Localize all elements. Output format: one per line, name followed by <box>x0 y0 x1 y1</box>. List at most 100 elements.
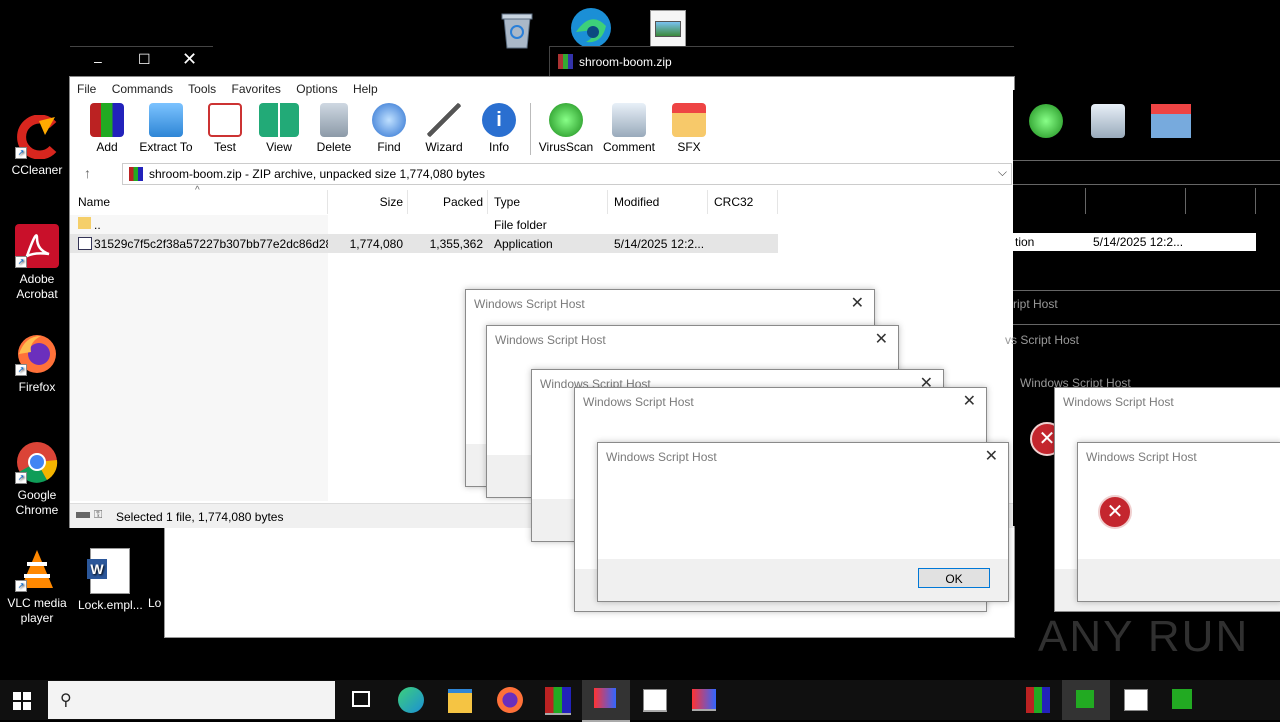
menu-favorites[interactable]: Favorites <box>232 82 281 96</box>
task-view-icon[interactable] <box>352 691 370 707</box>
image-file-icon[interactable] <box>650 10 686 50</box>
image-viewer-taskbar-icon-2[interactable] <box>1124 689 1148 711</box>
ccleaner-label: CCleaner <box>11 163 63 177</box>
status-text: Selected 1 file, 1,774,080 bytes <box>116 510 284 524</box>
partial-label: Lo <box>148 596 162 610</box>
firefox-label: Firefox <box>18 380 56 394</box>
add-archive-icon <box>90 103 124 137</box>
close-icon[interactable]: ✕ <box>985 446 998 466</box>
comment-icon <box>612 103 646 137</box>
close-icon[interactable]: ✕ <box>182 49 197 70</box>
archive-tab-title: shroom-boom.zip <box>579 55 672 69</box>
bg-line <box>1085 188 1086 214</box>
add-button[interactable]: Add <box>78 103 136 154</box>
bg-line <box>1013 324 1280 325</box>
test-button[interactable]: Test <box>196 103 254 154</box>
app-taskbar-icon-2[interactable] <box>1062 680 1110 720</box>
menu-file[interactable]: File <box>77 82 96 96</box>
script-host-dialog-right-2: Windows Script Host ✕ <box>1077 442 1280 602</box>
magnifier-icon <box>372 103 406 137</box>
col-type[interactable]: Type <box>488 190 608 214</box>
col-size[interactable]: Size <box>328 190 408 214</box>
bg-line <box>1185 188 1186 214</box>
bg-sfx-icon <box>1151 104 1191 138</box>
col-name[interactable]: Name <box>72 190 328 214</box>
desktop-icon-acrobat[interactable]: ↗ Adobe Acrobat <box>5 224 69 302</box>
search-box[interactable]: ⚲ <box>48 681 335 719</box>
firefox-taskbar-icon[interactable] <box>497 687 523 713</box>
acrobat-label: Adobe Acrobat <box>16 272 58 301</box>
desktop-icon-vlc[interactable]: ↗ VLC media player <box>5 548 69 626</box>
bg-comment-icon <box>1091 104 1125 138</box>
word-doc-label: Lock.empl... <box>78 598 143 612</box>
image-viewer-taskbar-icon[interactable] <box>643 689 667 712</box>
up-arrow-icon[interactable]: ↑ <box>84 165 91 181</box>
table-row[interactable]: 31529c7f5c2f38a57227b307bb77e2dc86d28...… <box>70 234 778 253</box>
bg-virusscan-icon <box>1029 104 1063 138</box>
bg-line <box>1013 160 1280 161</box>
folder-icon <box>149 103 183 137</box>
app-taskbar-icon-3[interactable] <box>1172 689 1192 709</box>
find-button[interactable]: Find <box>360 103 418 154</box>
menu-help[interactable]: Help <box>353 82 378 96</box>
desktop-icon-word-doc[interactable]: W Lock.empl... <box>78 548 143 613</box>
toolbar: Add Extract To Test View Delete Find Wiz… <box>70 103 1014 157</box>
col-packed[interactable]: Packed <box>408 190 488 214</box>
windows-logo-icon <box>13 692 31 710</box>
edge-icon[interactable] <box>566 6 616 50</box>
ok-button[interactable]: OK <box>918 568 990 588</box>
col-crc32[interactable]: CRC32 <box>708 190 778 214</box>
desktop-icon-firefox[interactable]: ↗ Firefox <box>5 332 69 395</box>
close-icon[interactable]: ✕ <box>875 329 888 349</box>
script-host-dialog-5: Windows Script Host ✕ OK <box>597 442 1009 602</box>
menu-tools[interactable]: Tools <box>188 82 216 96</box>
winrar-taskbar-icon-2[interactable] <box>1026 687 1050 713</box>
view-button[interactable]: View <box>250 103 308 154</box>
close-icon[interactable]: ✕ <box>851 293 864 313</box>
close-icon[interactable]: ✕ <box>963 391 976 411</box>
info-button[interactable]: i Info <box>470 103 528 154</box>
edge-taskbar-icon[interactable] <box>398 687 424 713</box>
archive-tab[interactable]: shroom-boom.zip <box>549 46 1014 77</box>
archive-icon <box>129 167 143 181</box>
winrar-taskbar-icon[interactable] <box>545 687 571 715</box>
vlc-label: VLC media player <box>7 596 67 625</box>
desktop-icon-chrome[interactable]: ↗ Google Chrome <box>5 440 69 518</box>
column-headers: ^ Name Size Packed Type Modified CRC32 <box>70 185 778 214</box>
table-row[interactable]: .. File folder <box>70 215 778 234</box>
desktop-icon-ccleaner[interactable]: ↗ CCleaner <box>5 114 69 178</box>
toolbar-separator <box>530 103 531 155</box>
path-bar[interactable]: shroom-boom.zip - ZIP archive, unpacked … <box>122 163 1012 185</box>
explorer-taskbar-icon[interactable] <box>448 689 472 713</box>
menu-bar: File Commands Tools Favorites Options He… <box>77 80 390 98</box>
recycle-bin-icon[interactable] <box>498 10 536 50</box>
desktop-icon-partial[interactable]: Lo <box>148 548 164 611</box>
chevron-down-icon[interactable]: ⌵ <box>998 165 1007 180</box>
menu-options[interactable]: Options <box>296 82 337 96</box>
trash-icon <box>320 103 348 137</box>
virusscan-button[interactable]: VirusScan <box>537 103 595 154</box>
name-column-bg <box>70 215 328 501</box>
bg-line <box>1013 290 1280 291</box>
error-icon: ✕ <box>1098 495 1132 529</box>
checklist-icon <box>208 103 242 137</box>
col-modified[interactable]: Modified <box>608 190 708 214</box>
menu-commands[interactable]: Commands <box>112 82 173 96</box>
chrome-label: Google Chrome <box>15 488 59 517</box>
maximize-icon[interactable]: ☐ <box>138 51 151 68</box>
start-button[interactable] <box>13 692 31 710</box>
app-taskbar-icon[interactable] <box>692 689 716 711</box>
titlebar-controls: – ☐ ✕ <box>70 46 213 77</box>
drive-icon <box>76 512 90 518</box>
delete-button[interactable]: Delete <box>305 103 363 154</box>
extract-to-button[interactable]: Extract To <box>137 103 195 154</box>
sfx-button[interactable]: SFX <box>660 103 718 154</box>
app-taskbar-icon-active[interactable] <box>582 680 630 722</box>
dialog-footer <box>1078 559 1280 601</box>
comment-button[interactable]: Comment <box>600 103 658 154</box>
info-icon: i <box>482 103 516 137</box>
wizard-button[interactable]: Wizard <box>415 103 473 154</box>
bg-line <box>1255 188 1256 214</box>
minimize-icon[interactable]: – <box>94 53 102 69</box>
search-icon: ⚲ <box>60 692 72 709</box>
